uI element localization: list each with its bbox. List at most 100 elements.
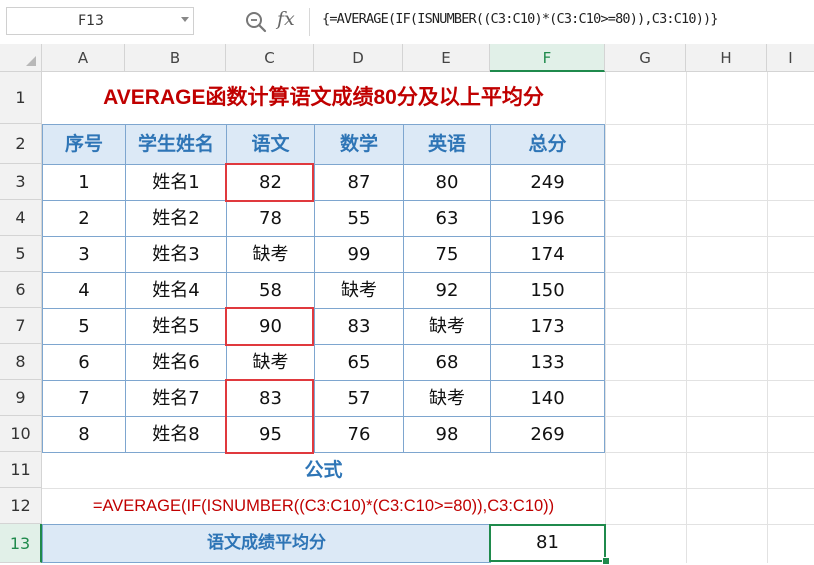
table-cell[interactable]: 133 xyxy=(490,344,605,381)
table-cell[interactable]: 78 xyxy=(226,200,315,237)
table-cell[interactable]: 269 xyxy=(490,416,605,453)
column-header-d[interactable]: D xyxy=(314,44,403,72)
table-cell[interactable]: 150 xyxy=(490,272,605,309)
fx-icon[interactable]: fx xyxy=(277,8,295,30)
fill-handle[interactable] xyxy=(602,557,610,565)
row-header-8[interactable]: 8 xyxy=(0,344,42,380)
table-cell[interactable]: 姓名4 xyxy=(125,272,227,309)
formula-input[interactable]: {=AVERAGE(IF(ISNUMBER((C3:C10)*(C3:C10>=… xyxy=(322,7,719,35)
column-header-b[interactable]: B xyxy=(125,44,226,72)
gridline xyxy=(605,416,814,417)
gridline xyxy=(605,72,606,563)
table-cell[interactable]: 65 xyxy=(314,344,404,381)
column-header-h[interactable]: H xyxy=(686,44,767,72)
table-cell[interactable]: 缺考 xyxy=(226,344,315,381)
row-header-12[interactable]: 12 xyxy=(0,488,42,524)
row-header-3[interactable]: 3 xyxy=(0,164,42,200)
table-cell[interactable]: 4 xyxy=(42,272,126,309)
table-cell[interactable]: 98 xyxy=(403,416,491,453)
table-cell[interactable]: 2 xyxy=(42,200,126,237)
row-header-10[interactable]: 10 xyxy=(0,416,42,452)
column-header-g[interactable]: G xyxy=(605,44,686,72)
formula-text[interactable]: =AVERAGE(IF(ISNUMBER((C3:C10)*(C3:C10>=8… xyxy=(42,488,605,524)
formula-label[interactable]: 公式 xyxy=(42,452,605,488)
header-cell-chinese[interactable]: 语文 xyxy=(226,124,315,165)
row-header-13[interactable]: 13 xyxy=(0,524,42,563)
table-cell[interactable]: 92 xyxy=(403,272,491,309)
gridline xyxy=(605,272,814,273)
row-header-6[interactable]: 6 xyxy=(0,272,42,308)
table-cell[interactable]: 姓名1 xyxy=(125,164,227,201)
table-cell[interactable]: 8 xyxy=(42,416,126,453)
table-cell[interactable]: 75 xyxy=(403,236,491,273)
header-cell-english[interactable]: 英语 xyxy=(403,124,491,165)
header-cell-total[interactable]: 总分 xyxy=(490,124,605,165)
table-cell[interactable]: 姓名5 xyxy=(125,308,227,345)
table-cell[interactable]: 姓名7 xyxy=(125,380,227,417)
highlight-box-c9-c10 xyxy=(225,379,314,454)
header-cell-math[interactable]: 数学 xyxy=(314,124,404,165)
gridline xyxy=(686,72,687,563)
row-header-4[interactable]: 4 xyxy=(0,200,42,236)
table-cell[interactable]: 80 xyxy=(403,164,491,201)
highlight-box-c3 xyxy=(225,163,314,202)
formula-bar-divider xyxy=(309,8,310,36)
table-cell[interactable]: 174 xyxy=(490,236,605,273)
column-header-c[interactable]: C xyxy=(226,44,314,72)
column-header-i[interactable]: I xyxy=(767,44,814,72)
table-cell[interactable]: 196 xyxy=(490,200,605,237)
result-label[interactable]: 语文成绩平均分 xyxy=(42,524,491,563)
result-value-cell[interactable]: 81 xyxy=(489,524,606,562)
column-header-e[interactable]: E xyxy=(403,44,490,72)
name-box-value[interactable]: F13 xyxy=(7,8,175,34)
row-header-9[interactable]: 9 xyxy=(0,380,42,416)
sheet-title[interactable]: AVERAGE函数计算语文成绩80分及以上平均分 xyxy=(42,72,605,124)
table-cell[interactable]: 7 xyxy=(42,380,126,417)
header-cell-index[interactable]: 序号 xyxy=(42,124,126,165)
table-cell[interactable]: 姓名8 xyxy=(125,416,227,453)
header-cell-name[interactable]: 学生姓名 xyxy=(125,124,227,165)
table-cell[interactable]: 姓名6 xyxy=(125,344,227,381)
name-box[interactable]: F13 xyxy=(6,7,194,35)
row-header-7[interactable]: 7 xyxy=(0,308,42,344)
table-cell[interactable]: 55 xyxy=(314,200,404,237)
row-header-1[interactable]: 1 xyxy=(0,72,42,124)
column-header-a[interactable]: A xyxy=(42,44,125,72)
select-all-corner[interactable] xyxy=(0,44,42,72)
table-cell[interactable]: 6 xyxy=(42,344,126,381)
table-cell[interactable]: 1 xyxy=(42,164,126,201)
gridline xyxy=(605,200,814,201)
table-cell[interactable]: 140 xyxy=(490,380,605,417)
table-cell[interactable]: 缺考 xyxy=(314,272,404,309)
magnifier-icon[interactable] xyxy=(244,10,268,34)
formula-bar: F13 fx {=AVERAGE(IF(ISNUMBER((C3:C10)*(C… xyxy=(0,0,814,45)
highlight-box-c7 xyxy=(225,307,314,346)
table-cell[interactable]: 缺考 xyxy=(403,380,491,417)
gridline xyxy=(605,308,814,309)
table-cell[interactable]: 76 xyxy=(314,416,404,453)
table-cell[interactable]: 姓名3 xyxy=(125,236,227,273)
table-cell[interactable]: 姓名2 xyxy=(125,200,227,237)
table-cell[interactable]: 5 xyxy=(42,308,126,345)
table-cell[interactable]: 缺考 xyxy=(403,308,491,345)
column-header-f[interactable]: F xyxy=(490,44,605,72)
gridline xyxy=(605,236,814,237)
gridline xyxy=(605,164,814,165)
row-header-11[interactable]: 11 xyxy=(0,452,42,488)
table-cell[interactable]: 173 xyxy=(490,308,605,345)
row-header-2[interactable]: 2 xyxy=(0,124,42,164)
table-cell[interactable]: 87 xyxy=(314,164,404,201)
table-cell[interactable]: 57 xyxy=(314,380,404,417)
table-cell[interactable]: 缺考 xyxy=(226,236,315,273)
row-header-5[interactable]: 5 xyxy=(0,236,42,272)
table-cell[interactable]: 68 xyxy=(403,344,491,381)
gridline xyxy=(605,380,814,381)
table-cell[interactable]: 83 xyxy=(314,308,404,345)
table-cell[interactable]: 58 xyxy=(226,272,315,309)
chevron-down-icon[interactable] xyxy=(181,17,189,22)
table-cell[interactable]: 3 xyxy=(42,236,126,273)
table-cell[interactable]: 99 xyxy=(314,236,404,273)
select-all-icon xyxy=(26,56,36,66)
table-cell[interactable]: 249 xyxy=(490,164,605,201)
table-cell[interactable]: 63 xyxy=(403,200,491,237)
